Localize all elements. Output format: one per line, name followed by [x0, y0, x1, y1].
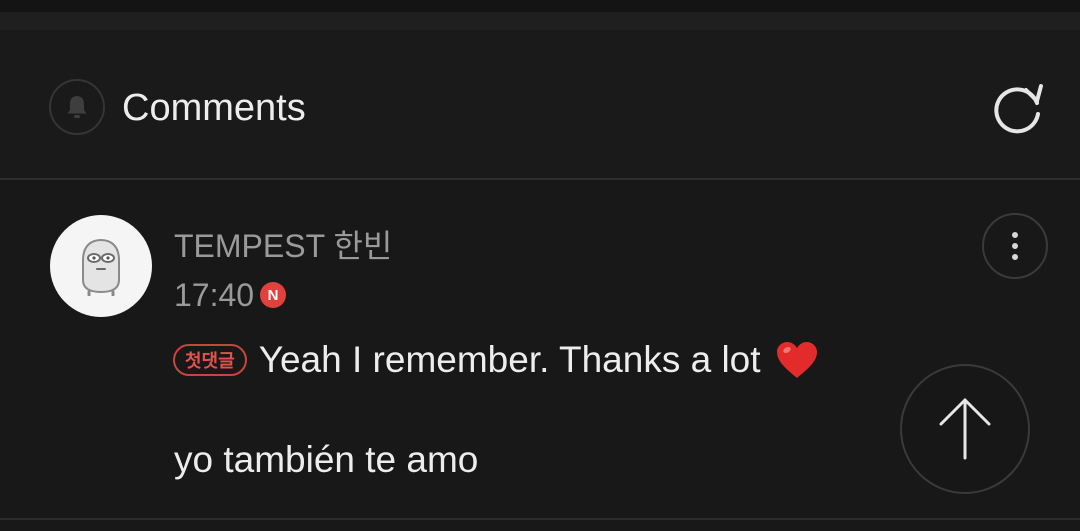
refresh-icon[interactable]	[986, 79, 1048, 141]
comment-text: Yeah I remember. Thanks a lot	[258, 339, 761, 380]
comment-text-line-2: yo también te amo	[174, 439, 479, 480]
comment-meta: 17:40 N	[174, 277, 287, 313]
comment-author[interactable]: TEMPEST 한빈	[174, 228, 392, 264]
new-badge: N	[260, 282, 287, 308]
top-edge-strip	[0, 0, 1080, 12]
bell-icon-glyph	[67, 96, 87, 118]
more-dot-icon	[1012, 232, 1018, 238]
header-title: Comments	[122, 87, 306, 129]
bell-icon[interactable]	[49, 79, 105, 135]
avatar-character-icon	[82, 238, 120, 296]
comment-time: 17:40	[174, 277, 255, 313]
comment-body-line-1: 첫댓글 Yeah I remember. Thanks a lot	[173, 338, 819, 382]
refresh-icon-glyph	[994, 84, 1043, 134]
more-dot-icon	[1012, 254, 1018, 260]
first-comment-tag: 첫댓글	[173, 344, 247, 376]
more-dot-icon	[1012, 243, 1018, 249]
comments-header: Comments	[0, 30, 1080, 180]
heart-emoji-icon	[775, 340, 819, 380]
avatar[interactable]	[50, 215, 152, 317]
more-options-button[interactable]	[982, 213, 1048, 279]
scroll-to-top-button[interactable]	[900, 364, 1030, 494]
arrow-up-icon	[939, 398, 991, 460]
divider	[0, 518, 1080, 520]
top-separator-band	[0, 12, 1080, 30]
heart-icon-glyph	[776, 342, 817, 378]
